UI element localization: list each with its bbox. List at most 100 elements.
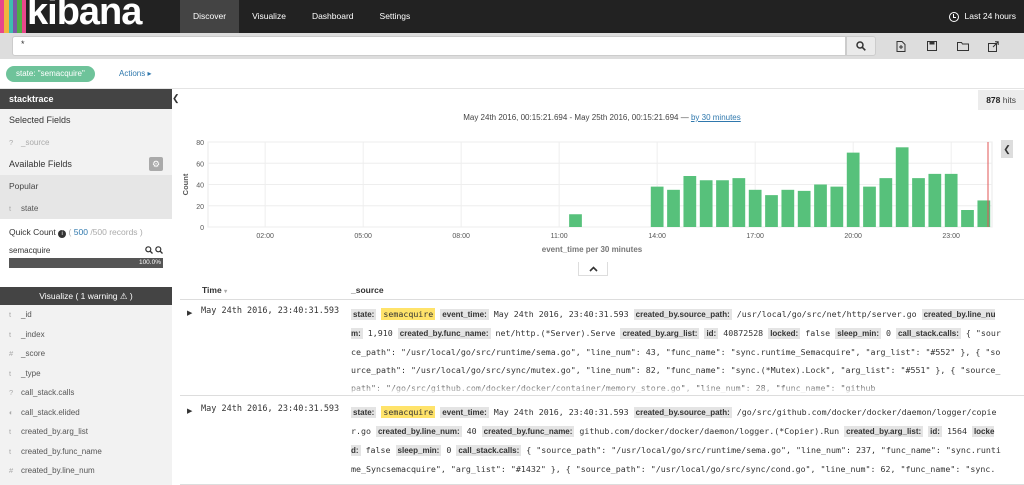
field-item[interactable]: t _id [0,305,172,325]
source-key: created_by.source_path: [633,407,732,418]
histogram-chart: 0 20 40 60 80 02:00 05:00 08:00 11:00 14:00 17:00 2… [181,140,993,254]
table-row[interactable]: ▶ May 24th 2016, 23:40:31.593 state: semac… [180,398,1024,485]
highlighted-value: semacquire [381,406,436,418]
histogram-bar [814,184,827,227]
visualize-button[interactable]: Visualize ( 1 warning ⚠ ) [0,287,172,305]
share-icon[interactable] [985,36,1002,56]
filter-actions-link[interactable]: Actions ▸ [119,69,151,78]
row-time: May 24th 2016, 23:40:31.593 [201,306,340,316]
source-value: 0 [446,445,452,455]
quick-count-value: semacquire [9,246,51,255]
field-item-source[interactable]: ? _source [0,131,172,153]
gear-icon[interactable]: ⚙ [149,157,163,171]
x-tick-label: 02:00 [256,233,274,240]
source-key: created_by.source_path: [633,309,732,320]
histogram-bar [846,152,860,227]
collapse-sidebar-icon[interactable]: ❮ [172,93,180,107]
quick-count-found: 500 [73,227,88,237]
histogram-bar [863,186,876,227]
field-type-icon: ? [9,388,14,398]
magnify-plus-icon[interactable] [144,246,153,254]
field-item[interactable]: t _type [0,363,172,383]
field-item[interactable]: ◐ call_stack.elided [0,402,172,422]
field-item[interactable]: # _score [0,344,172,364]
table-row[interactable]: ▶ May 24th 2016, 23:40:31.593 state: semac… [180,300,1024,396]
field-item[interactable]: t created_by.func_name [0,441,172,461]
field-name: state [21,203,39,213]
histogram-bar [895,147,909,227]
logo-wordmark: kibana [27,0,142,33]
histogram-bar [944,173,958,227]
nav-tab-settings[interactable]: Settings [367,0,424,33]
nav-tabs: Discover Visualize Dashboard Settings [180,0,423,33]
interval-link[interactable]: by 30 minutes [691,113,741,122]
field-item[interactable]: tcreated_by.source_path [0,480,172,485]
sort-icon[interactable]: ▾ [224,289,227,295]
time-picker[interactable]: Last 24 hours [949,0,1016,33]
nav-tab-visualize[interactable]: Visualize [239,0,299,33]
save-icon[interactable] [923,36,940,56]
source-key: call_stack.calls: [456,445,522,456]
source-value: 0 [885,328,891,338]
histogram-bar [912,178,925,227]
expand-row-icon[interactable]: ▶ [187,309,192,317]
field-name: created_by.line_num [21,466,95,476]
quick-count-value-row: semacquire [9,246,163,256]
new-search-icon[interactable] [892,36,909,56]
logo-bar [21,0,26,33]
field-name: _source [21,137,50,147]
source-value: May 24th 2016, 23:40:31.593 [493,309,629,319]
field-type-icon: t [9,329,12,339]
magnify-minus-icon[interactable] [155,246,163,254]
source-key: id: [928,426,942,437]
field-item-state[interactable]: t state [0,197,172,219]
field-type-icon: t [9,446,12,456]
hit-count-label: hits [1002,95,1016,105]
progress-label: 100.0% [138,259,161,266]
field-type-icon: t [9,427,12,437]
field-item[interactable]: t created_by.arg_list [0,422,172,442]
field-name: created_by.func_name [21,446,102,456]
column-time-label: Time [202,285,222,295]
row-time: May 24th 2016, 23:40:31.593 [201,404,340,414]
source-value: net/http.(*Server).Serve [495,328,616,338]
top-nav: kibana Discover Visualize Dashboard Setting… [0,0,1024,33]
column-time[interactable]: Time ▾ [202,285,227,295]
kibana-logo[interactable]: kibana [0,0,180,33]
search-button[interactable] [846,36,876,56]
nav-tab-discover[interactable]: Discover [180,0,240,33]
visualize-label: Visualize ( 1 warning [39,291,118,301]
search-input[interactable]: * [12,36,846,56]
histogram-bar [765,195,778,227]
histogram-bar [797,190,811,227]
field-item[interactable]: ? call_stack.calls [0,383,172,403]
histogram-bar [699,180,713,227]
source-key: created_by.line_num: [375,426,462,437]
histogram-bar [748,189,762,227]
source-key: call_stack.calls: [895,328,961,339]
open-folder-icon[interactable] [954,36,971,56]
quick-count-progress: 100.0% [9,258,163,268]
histogram-bar [830,186,844,227]
histogram-bar [650,186,664,227]
source-key: id: [704,328,719,339]
x-tick-label: 08:00 [452,233,470,240]
field-type-icon: ◐ [9,407,14,417]
collapse-chart-icon[interactable]: ❮ [1001,140,1013,158]
nav-tab-dashboard[interactable]: Dashboard [299,0,367,33]
index-pattern-title[interactable]: stacktrace [0,89,172,109]
histogram-bar [683,176,697,227]
doc-table-header: Time ▾ _source [180,280,1024,300]
selected-fields-heading: Selected Fields [9,115,71,125]
x-tick-label: 23:00 [942,233,960,240]
field-item[interactable]: t _index [0,324,172,344]
filter-pill[interactable]: state: "semacquire" [6,66,95,82]
field-item[interactable]: # created_by.line_num [0,461,172,481]
search-bar: * [0,33,1024,59]
y-tick-label: 0 [200,225,204,232]
collapse-histogram-button[interactable] [578,262,608,276]
source-value: 40 [466,426,477,436]
expand-row-icon[interactable]: ▶ [187,407,192,415]
histogram-bar [569,214,582,227]
field-list: t _id t _index # _score t _type? call_stack.call… [0,305,172,485]
